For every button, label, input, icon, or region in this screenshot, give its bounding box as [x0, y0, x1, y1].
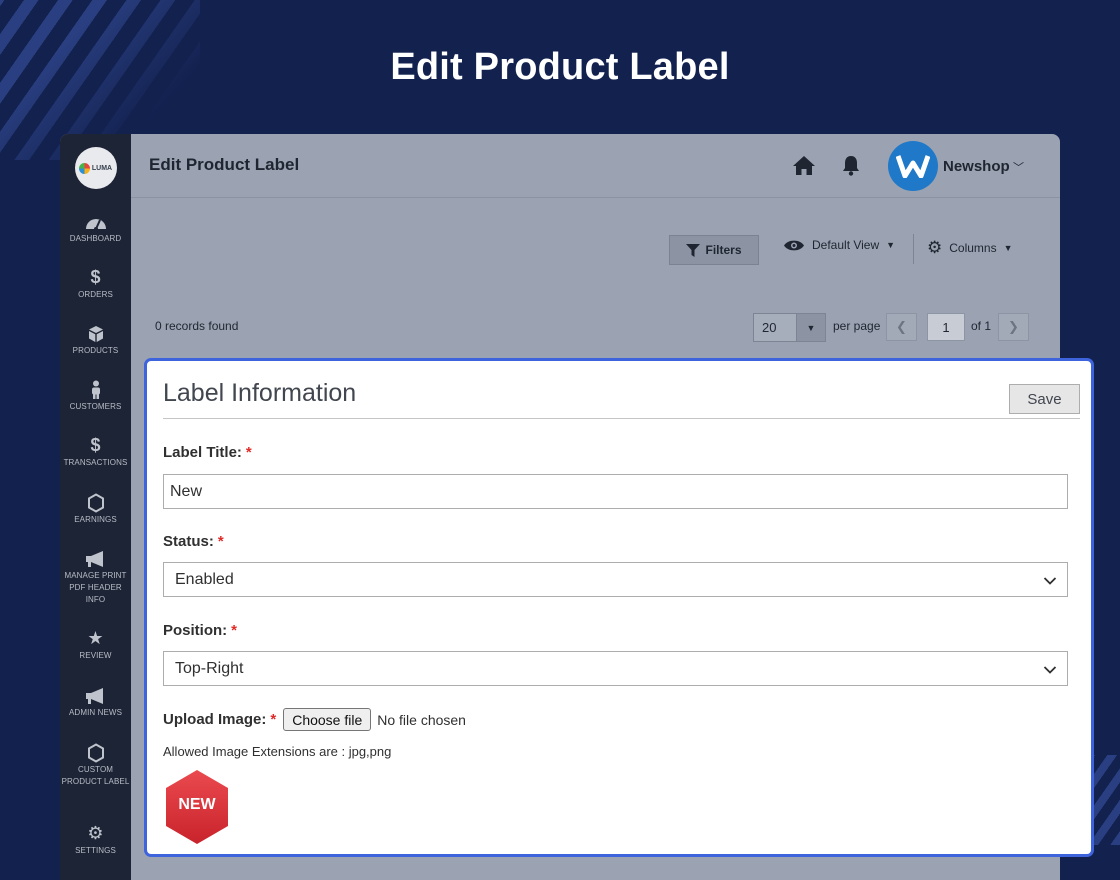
chevron-down-icon [1043, 662, 1057, 680]
chevron-down-icon [1043, 573, 1057, 591]
label-information-modal: Label Information Save Label Title: * New… [144, 358, 1094, 857]
caret-down-icon: ▼ [1003, 243, 1013, 253]
sidebar-item-manage-print-pdf[interactable]: MANAGE PRINT PDF HEADER INFO [60, 548, 131, 606]
label-title-input[interactable]: New [163, 474, 1068, 509]
funnel-icon [686, 243, 701, 257]
sidebar-item-settings[interactable]: ⚙ SETTINGS [60, 823, 131, 857]
sidebar-item-orders[interactable]: $ ORDERS [60, 267, 131, 301]
choose-file-button[interactable]: Choose file [283, 708, 372, 731]
bell-icon[interactable] [841, 154, 861, 181]
next-page-button[interactable]: ❯ [998, 313, 1029, 341]
sidebar-item-dashboard[interactable]: DASHBOARD [60, 211, 131, 245]
badge-text: NEW [178, 796, 216, 813]
sidebar-item-transactions[interactable]: $ TRANSACTIONS [60, 435, 131, 469]
dollar-icon: $ [90, 435, 101, 455]
avatar[interactable] [888, 141, 938, 191]
page-title: Edit Product Label [149, 155, 300, 174]
caret-down-icon[interactable]: ▼ [796, 314, 825, 341]
star-icon: ★ [87, 628, 104, 648]
gear-icon: ⚙ [87, 823, 104, 843]
modal-divider [163, 418, 1080, 419]
previous-page-button[interactable]: ❮ [886, 313, 917, 341]
columns-label: Columns [949, 241, 997, 255]
upload-image-row: Upload Image: * Choose file No file chose… [163, 708, 466, 731]
luma-logo-text: LUMA [91, 164, 113, 172]
eye-icon [784, 240, 804, 250]
status-value: Enabled [175, 571, 234, 588]
hero-title: Edit Product Label [390, 46, 730, 88]
user-name[interactable]: Newshop [943, 158, 1010, 175]
sidebar: LUMA DASHBOARD $ ORDERS PRODUCTS CUSTOME… [60, 134, 131, 880]
position-label: Position: * [163, 622, 238, 639]
toolbar-divider [913, 234, 914, 264]
gear-icon: ⚙ [927, 238, 943, 257]
label-preview-badge: NEW [164, 769, 232, 845]
megaphone-icon [60, 548, 131, 568]
page-total: of 1 [971, 319, 992, 333]
sidebar-item-admin-news[interactable]: ADMIN NEWS [60, 685, 131, 719]
per-page-value: 20 [762, 320, 777, 335]
box-icon [60, 323, 131, 343]
filters-label: Filters [705, 243, 742, 257]
dollar-icon: $ [90, 267, 101, 287]
sidebar-item-earnings[interactable]: EARNINGS [60, 492, 131, 526]
chevron-left-icon: ❮ [896, 319, 907, 334]
required-mark: * [231, 622, 238, 639]
page-number-input[interactable]: 1 [927, 313, 965, 341]
sidebar-item-custom-product-label[interactable]: CUSTOM PRODUCT LABEL [60, 742, 131, 788]
caret-down-icon: ▼ [886, 240, 896, 250]
status-select[interactable]: Enabled [163, 562, 1068, 597]
megaphone-icon [60, 685, 131, 705]
status-label: Status: * [163, 533, 224, 550]
luma-logo[interactable]: LUMA [74, 147, 117, 189]
per-page-select[interactable]: 20 ▼ [753, 313, 826, 342]
required-mark: * [217, 533, 224, 550]
no-file-chosen-text: No file chosen [377, 711, 466, 728]
page-header: Edit Product Label Newshop ﹀ [131, 134, 1060, 198]
sidebar-item-review[interactable]: ★ REVIEW [60, 628, 131, 662]
chevron-down-icon[interactable]: ﹀ [1013, 159, 1024, 175]
columns-dropdown[interactable]: ⚙ Columns ▼ [927, 238, 1013, 258]
default-view-dropdown[interactable]: Default View ▼ [783, 238, 895, 252]
hexagon-icon [60, 742, 131, 763]
upload-image-label: Upload Image: * [163, 711, 277, 728]
position-select[interactable]: Top-Right [163, 651, 1068, 686]
chevron-right-icon: ❯ [1008, 319, 1019, 334]
default-view-label: Default View [812, 238, 880, 252]
records-count: 0 records found [155, 319, 239, 333]
luma-logo-icon [78, 162, 90, 174]
dashboard-icon [60, 211, 131, 232]
person-icon [60, 379, 131, 400]
required-mark: * [245, 444, 252, 461]
hexagon-icon [60, 492, 131, 513]
logo-area: LUMA [60, 134, 131, 202]
label-title-label: Label Title: * [163, 444, 252, 461]
save-button[interactable]: Save [1009, 384, 1080, 414]
filters-button[interactable]: Filters [669, 235, 759, 265]
home-icon[interactable] [792, 154, 816, 181]
modal-title: Label Information [163, 379, 357, 407]
position-value: Top-Right [175, 660, 244, 677]
allowed-extensions-hint: Allowed Image Extensions are : jpg,png [163, 744, 392, 759]
required-mark: * [270, 711, 277, 728]
sidebar-item-products[interactable]: PRODUCTS [60, 323, 131, 357]
sidebar-item-customers[interactable]: CUSTOMERS [60, 379, 131, 413]
per-page-label: per page [833, 319, 881, 333]
